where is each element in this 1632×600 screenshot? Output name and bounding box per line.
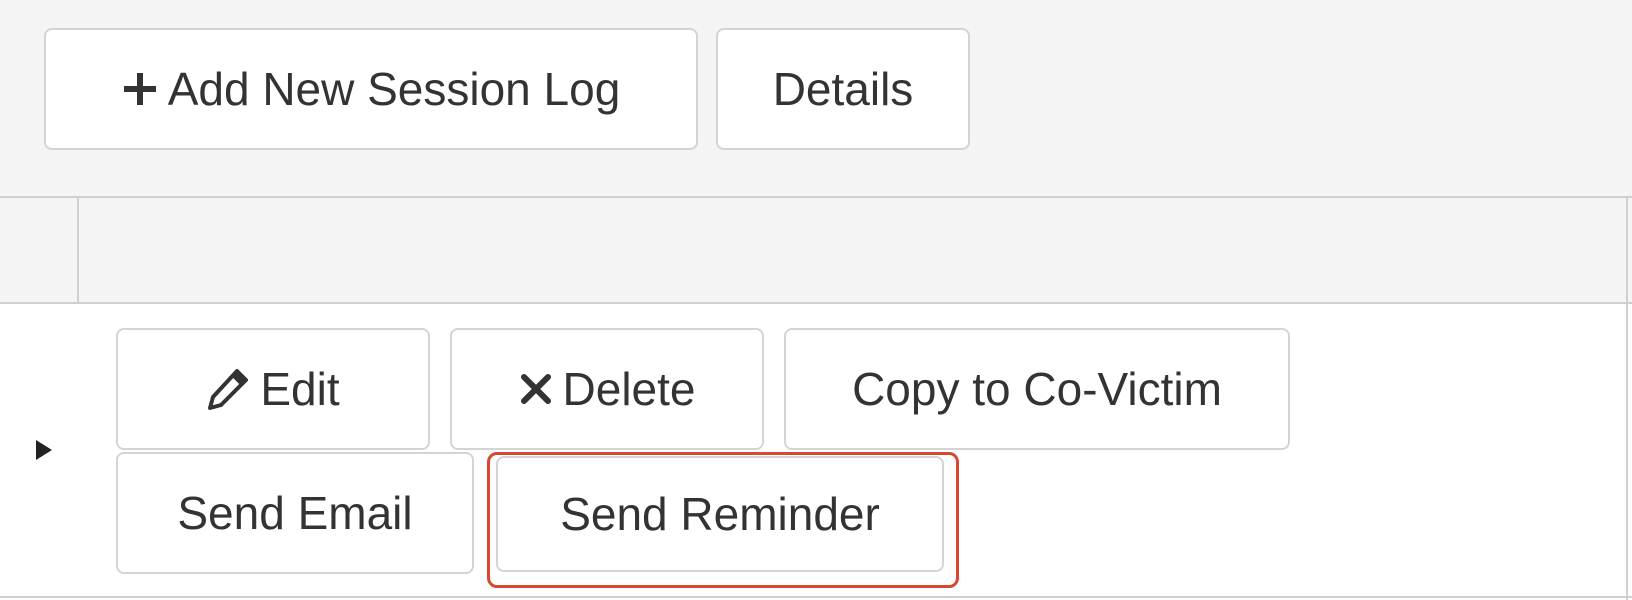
copy-to-co-victim-label: Copy to Co-Victim [852,363,1222,415]
edit-label: Edit [260,363,340,415]
add-new-session-log-button[interactable]: Add New Session Log [44,28,698,150]
details-label: Details [772,63,914,115]
session-log-grid: Edit Delete Copy to Co-Victim Send Email… [0,196,1632,600]
delete-label: Delete [562,363,696,415]
copy-to-co-victim-button[interactable]: Copy to Co-Victim [784,328,1290,450]
session-log-page: Add New Session Log Details Edit Delete … [0,0,1632,600]
details-button[interactable]: Details [716,28,970,150]
grid-right-border [1626,196,1628,600]
delete-button[interactable]: Delete [450,328,764,450]
grid-header [0,196,1632,304]
pencil-icon [206,367,250,411]
caret-right-icon [36,440,52,460]
close-icon [519,372,553,406]
plus-icon [122,71,158,107]
toolbar: Add New Session Log Details [0,0,1632,196]
edit-button[interactable]: Edit [116,328,430,450]
send-reminder-button[interactable]: Send Reminder [496,456,944,572]
header-column-divider [77,198,79,304]
add-new-session-log-label: Add New Session Log [167,63,621,115]
send-email-label: Send Email [177,487,413,539]
row-expand-toggle[interactable] [30,436,58,464]
send-email-button[interactable]: Send Email [116,452,474,574]
grid-bottom-border [0,596,1632,598]
send-reminder-label: Send Reminder [560,488,880,540]
